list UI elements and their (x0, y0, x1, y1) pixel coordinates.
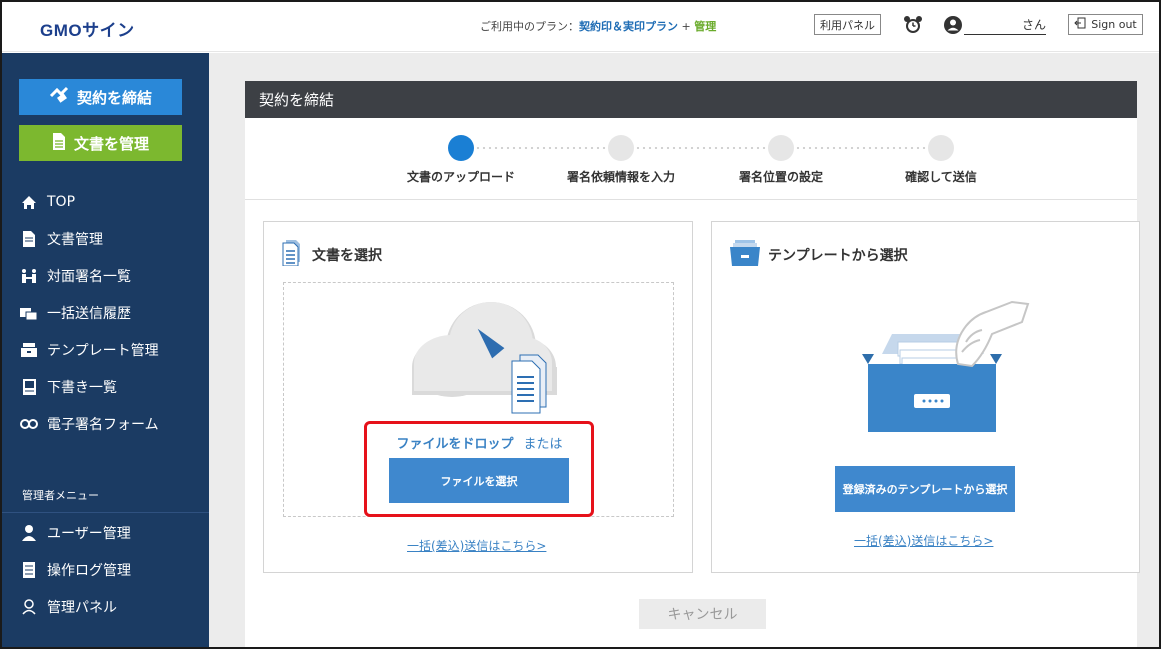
select-registered-template-button[interactable]: 登録済みのテンプレートから選択 (835, 466, 1015, 512)
link-icon (20, 415, 38, 433)
sidebar-item-signature-form[interactable]: 電子署名フォーム (20, 412, 159, 436)
sidebar-item-face-to-face[interactable]: 対面署名一覧 (20, 264, 131, 288)
sign-out-label: Sign out (1091, 18, 1137, 31)
admin-panel-icon (20, 598, 38, 616)
contract-card: 契約を締結 文書のアップロード 署名依頼情報を入力 署名位置の設定 確認して送信 (245, 81, 1140, 647)
bulk-send-icon (20, 304, 38, 322)
sidebar-item-drafts[interactable]: 下書き一覧 (20, 375, 117, 399)
sign-out-icon (1074, 17, 1086, 32)
draft-icon (20, 378, 38, 396)
sidebar-item-logs[interactable]: 操作ログ管理 (20, 558, 131, 582)
admin-menu-heading: 管理者メニュー (22, 489, 99, 502)
select-document-heading: 文書を選択 (282, 240, 382, 270)
sidebar-item-label: 操作ログ管理 (47, 563, 131, 579)
step-label: 文書のアップロード (406, 170, 515, 184)
highlight-box (364, 421, 594, 517)
document-list-icon (282, 240, 304, 270)
plan-admin: 管理 (694, 20, 717, 33)
sign-out-button[interactable]: Sign out (1068, 14, 1143, 35)
select-template-panel: テンプレートから選択 登録済みのテンプレートから選択 一括(差込)送信はこちら> (711, 221, 1140, 573)
step-connector (795, 147, 927, 149)
user-icon (20, 524, 38, 542)
sidebar-item-top[interactable]: TOP (20, 190, 75, 214)
log-icon (20, 561, 38, 579)
user-avatar-icon[interactable] (942, 14, 964, 36)
app-window: GMOサイン ご利用中のプラン：契約印＆実印プラン + 管理 利用パネル さん … (0, 0, 1161, 649)
manage-documents-button[interactable]: 文書を管理 (19, 125, 182, 161)
document-icon (20, 230, 38, 248)
sidebar-item-label: テンプレート管理 (47, 343, 159, 359)
template-drawer-icon (862, 300, 1030, 432)
user-name-link[interactable]: さん (964, 16, 1046, 35)
step-label: 署名位置の設定 (738, 170, 823, 184)
cloud-upload-icon (412, 302, 557, 414)
bulk-send-link[interactable]: 一括(差込)送信はこちら> (854, 532, 993, 549)
step-label: 署名依頼情報を入力 (566, 170, 675, 184)
handshake-icon (49, 86, 69, 108)
plan-name: 契約印＆実印プラン (579, 20, 678, 33)
main-content: 契約を締結 文書のアップロード 署名依頼情報を入力 署名位置の設定 確認して送信 (209, 53, 1159, 647)
select-template-heading: テンプレートから選択 (730, 240, 908, 270)
step-indicator (608, 135, 634, 161)
sidebar-item-label: 電子署名フォーム (47, 417, 159, 433)
file-cabinet-icon (730, 240, 760, 270)
top-header: GMOサイン ご利用中のプラン：契約印＆実印プラン + 管理 利用パネル さん … (2, 2, 1159, 52)
admin-divider (2, 512, 209, 513)
sidebar-item-label: 文書管理 (47, 232, 103, 248)
file-drop-zone[interactable]: ファイルをドロップ または ファイルを選択 (283, 282, 674, 517)
step-indicator (768, 135, 794, 161)
sidebar-item-label: TOP (47, 194, 76, 210)
step-label: 確認して送信 (905, 170, 977, 184)
manage-documents-label: 文書を管理 (73, 134, 149, 153)
sidebar-item-label: 対面署名一覧 (47, 269, 131, 285)
document-icon (52, 132, 66, 154)
plan-separator: + (678, 20, 695, 33)
gmo-sign-logo[interactable]: GMOサイン (40, 16, 135, 41)
usage-panel-button[interactable]: 利用パネル (814, 14, 881, 35)
sidebar-item-bulk-send[interactable]: 一括送信履歴 (20, 301, 131, 325)
sidebar-item-users[interactable]: ユーザー管理 (20, 521, 131, 545)
template-icon (20, 341, 38, 359)
plan-info: ご利用中のプラン：契約印＆実印プラン + 管理 (480, 18, 716, 34)
select-document-panel: 文書を選択 ファイルをドロップ または ファイルを選択 一括(差込)送信はこちら… (263, 221, 693, 573)
sidebar-item-label: 管理パネル (47, 600, 117, 616)
create-contract-button[interactable]: 契約を締結 (19, 79, 182, 115)
face-to-face-icon (20, 267, 38, 285)
page-title: 契約を締結 (245, 81, 1137, 118)
select-document-title: 文書を選択 (312, 248, 382, 264)
step-indicator-active (448, 135, 474, 161)
sidebar-item-documents[interactable]: 文書管理 (20, 227, 103, 251)
alarm-clock-icon[interactable] (902, 14, 924, 36)
step-indicator (928, 135, 954, 161)
progress-stepper: 文書のアップロード 署名依頼情報を入力 署名位置の設定 確認して送信 (245, 118, 1137, 200)
sidebar-item-admin-panel[interactable]: 管理パネル (20, 595, 117, 619)
plan-prefix: ご利用中のプラン： (480, 20, 579, 33)
sidebar-item-label: 一括送信履歴 (47, 306, 131, 322)
sidebar: 契約を締結 文書を管理 TOP 文書管理 対面署名一覧 一括送信履歴 テンプレー… (2, 53, 209, 647)
home-icon (20, 193, 38, 211)
create-contract-label: 契約を締結 (76, 88, 152, 107)
sidebar-item-label: 下書き一覧 (47, 380, 117, 396)
bulk-send-link[interactable]: 一括(差込)送信はこちら> (407, 537, 546, 554)
step-connector (475, 147, 607, 149)
step-connector (635, 147, 767, 149)
cancel-button[interactable]: キャンセル (639, 599, 766, 629)
sidebar-item-templates[interactable]: テンプレート管理 (20, 338, 159, 362)
select-template-title: テンプレートから選択 (768, 248, 908, 264)
sidebar-item-label: ユーザー管理 (47, 526, 131, 542)
